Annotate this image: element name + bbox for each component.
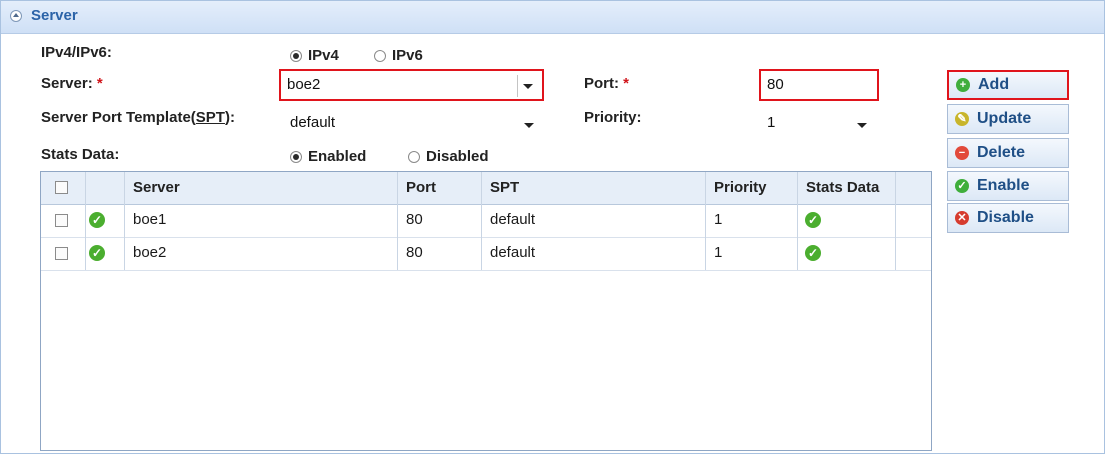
panel-title: Server xyxy=(31,7,78,24)
update-button[interactable]: ✎ Update xyxy=(947,104,1069,134)
panel-header: Server xyxy=(1,1,1104,34)
port-label-text: Port: xyxy=(584,75,619,92)
cell-stats-data: ✓ xyxy=(798,237,896,270)
required-mark: * xyxy=(623,75,630,92)
chevron-down-icon xyxy=(857,123,867,128)
select-all-checkbox[interactable] xyxy=(55,181,68,194)
required-mark: * xyxy=(96,75,103,92)
spt-select-value: default xyxy=(290,114,336,131)
ipv6-radio-dot[interactable] xyxy=(374,49,386,62)
stats-disabled-radio[interactable]: Disabled xyxy=(408,148,489,165)
server-label: Server: * xyxy=(41,75,103,92)
priority-select-value: 1 xyxy=(767,114,776,131)
col-priority[interactable]: Priority xyxy=(706,172,798,204)
disable-button-label: Disable xyxy=(977,209,1034,226)
row-status-cell: ✓ xyxy=(86,204,125,237)
cell-priority: 1 xyxy=(706,237,798,270)
delete-button-label: Delete xyxy=(977,144,1026,161)
table-empty-area xyxy=(41,270,931,450)
chevron-down-icon xyxy=(523,84,533,89)
plus-circle-icon: + xyxy=(956,78,970,92)
collapse-up-icon[interactable] xyxy=(10,10,22,22)
spt-label: Server Port Template(SPT): xyxy=(41,109,235,126)
server-panel: Server IPv4/IPv6: IPv4 IPv6 Server: * bo… xyxy=(0,0,1105,454)
server-label-text: Server: xyxy=(41,75,93,92)
cell-stats-data: ✓ xyxy=(798,204,896,237)
server-select[interactable]: boe2 xyxy=(279,69,544,101)
priority-label: Priority: xyxy=(584,109,642,126)
check-circle-icon: ✓ xyxy=(805,212,821,228)
col-port[interactable]: Port xyxy=(398,172,482,204)
port-input-value: 80 xyxy=(767,76,784,93)
ipv4-radio-dot[interactable] xyxy=(290,49,302,62)
cell-port: 80 xyxy=(398,204,482,237)
x-circle-icon: ✕ xyxy=(955,211,969,225)
update-button-label: Update xyxy=(977,110,1032,127)
cell-port: 80 xyxy=(398,237,482,270)
cell-server: boe2 xyxy=(125,237,398,270)
spt-label-suffix: ): xyxy=(224,109,235,126)
row-select-cell xyxy=(41,204,86,237)
disable-button[interactable]: ✕ Disable xyxy=(947,203,1069,233)
priority-select[interactable]: 1 xyxy=(764,110,876,136)
stats-disabled-radio-dot[interactable] xyxy=(408,150,420,163)
minus-circle-icon: − xyxy=(955,146,969,160)
row-checkbox[interactable] xyxy=(55,247,68,260)
table-row[interactable]: ✓ boe2 80 default 1 ✓ xyxy=(41,237,931,271)
row-checkbox[interactable] xyxy=(55,214,68,227)
ipv4-radio[interactable]: IPv4 xyxy=(290,47,339,64)
stats-data-label: Stats Data: xyxy=(41,146,120,163)
spt-label-prefix: Server Port Template( xyxy=(41,109,196,126)
ipv6-radio[interactable]: IPv6 xyxy=(374,47,423,64)
table-row[interactable]: ✓ boe1 80 default 1 ✓ xyxy=(41,204,931,238)
enable-button-label: Enable xyxy=(977,177,1030,194)
server-table: Server Port SPT Priority Stats Data ✓ bo… xyxy=(40,171,932,451)
stats-enabled-radio[interactable]: Enabled xyxy=(290,148,366,165)
spt-select[interactable]: default xyxy=(287,110,543,136)
delete-button[interactable]: − Delete xyxy=(947,138,1069,168)
add-button-label: Add xyxy=(978,76,1010,93)
pencil-icon: ✎ xyxy=(955,112,969,126)
col-stats-data[interactable]: Stats Data xyxy=(798,172,896,204)
check-circle-icon: ✓ xyxy=(89,212,105,228)
check-circle-icon: ✓ xyxy=(805,245,821,261)
col-server[interactable]: Server xyxy=(125,172,398,204)
stats-disabled-label: Disabled xyxy=(426,148,489,165)
row-status-cell: ✓ xyxy=(86,237,125,270)
ipversion-label: IPv4/IPv6: xyxy=(41,44,112,61)
add-button[interactable]: + Add xyxy=(947,70,1069,100)
row-select-cell xyxy=(41,237,86,270)
check-circle-icon: ✓ xyxy=(89,245,105,261)
cell-server: boe1 xyxy=(125,204,398,237)
cell-spt: default xyxy=(482,204,706,237)
cell-priority: 1 xyxy=(706,204,798,237)
spt-label-abbr: SPT xyxy=(195,109,225,126)
stats-enabled-radio-dot[interactable] xyxy=(290,150,302,163)
col-spt[interactable]: SPT xyxy=(482,172,706,204)
cell-spt: default xyxy=(482,237,706,270)
server-dropdown-button[interactable] xyxy=(517,75,538,97)
check-circle-icon: ✓ xyxy=(955,179,969,193)
enable-button[interactable]: ✓ Enable xyxy=(947,171,1069,201)
status-header xyxy=(86,172,125,204)
select-all-cell xyxy=(41,172,86,204)
port-label: Port: * xyxy=(584,75,629,92)
ipv4-label: IPv4 xyxy=(308,47,339,64)
chevron-down-icon xyxy=(524,123,534,128)
stats-enabled-label: Enabled xyxy=(308,148,367,165)
ipv6-label: IPv6 xyxy=(392,47,423,64)
table-header: Server Port SPT Priority Stats Data xyxy=(41,172,931,205)
server-select-value: boe2 xyxy=(287,76,321,93)
port-input[interactable]: 80 xyxy=(759,69,879,101)
